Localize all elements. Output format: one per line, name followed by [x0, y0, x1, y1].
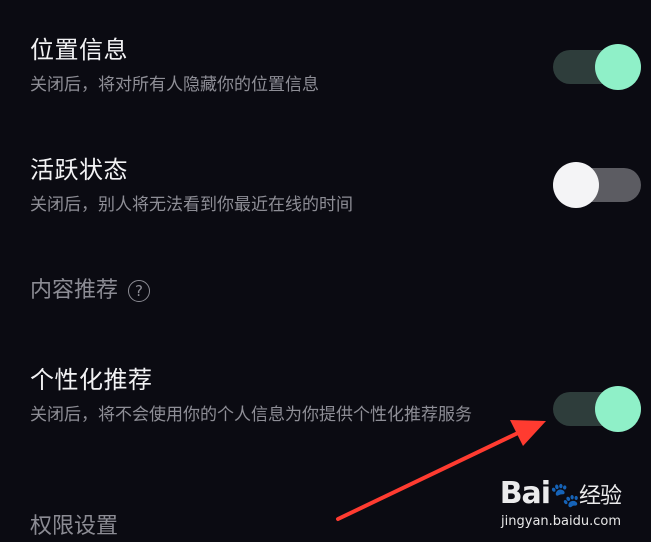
privacy-settings-page: 位置信息 关闭后，将对所有人隐藏你的位置信息 活跃状态 关闭后，别人将无法看到你…: [0, 0, 651, 542]
watermark-logo: Bai🐾经验: [499, 476, 622, 511]
baidu-jingyan-watermark: Bai🐾经验 jingyan.baidu.com: [481, 476, 622, 530]
paw-icon: 🐾: [550, 480, 580, 509]
watermark-url: jingyan.baidu.com: [501, 514, 621, 529]
annotation-arrow: [336, 420, 546, 521]
